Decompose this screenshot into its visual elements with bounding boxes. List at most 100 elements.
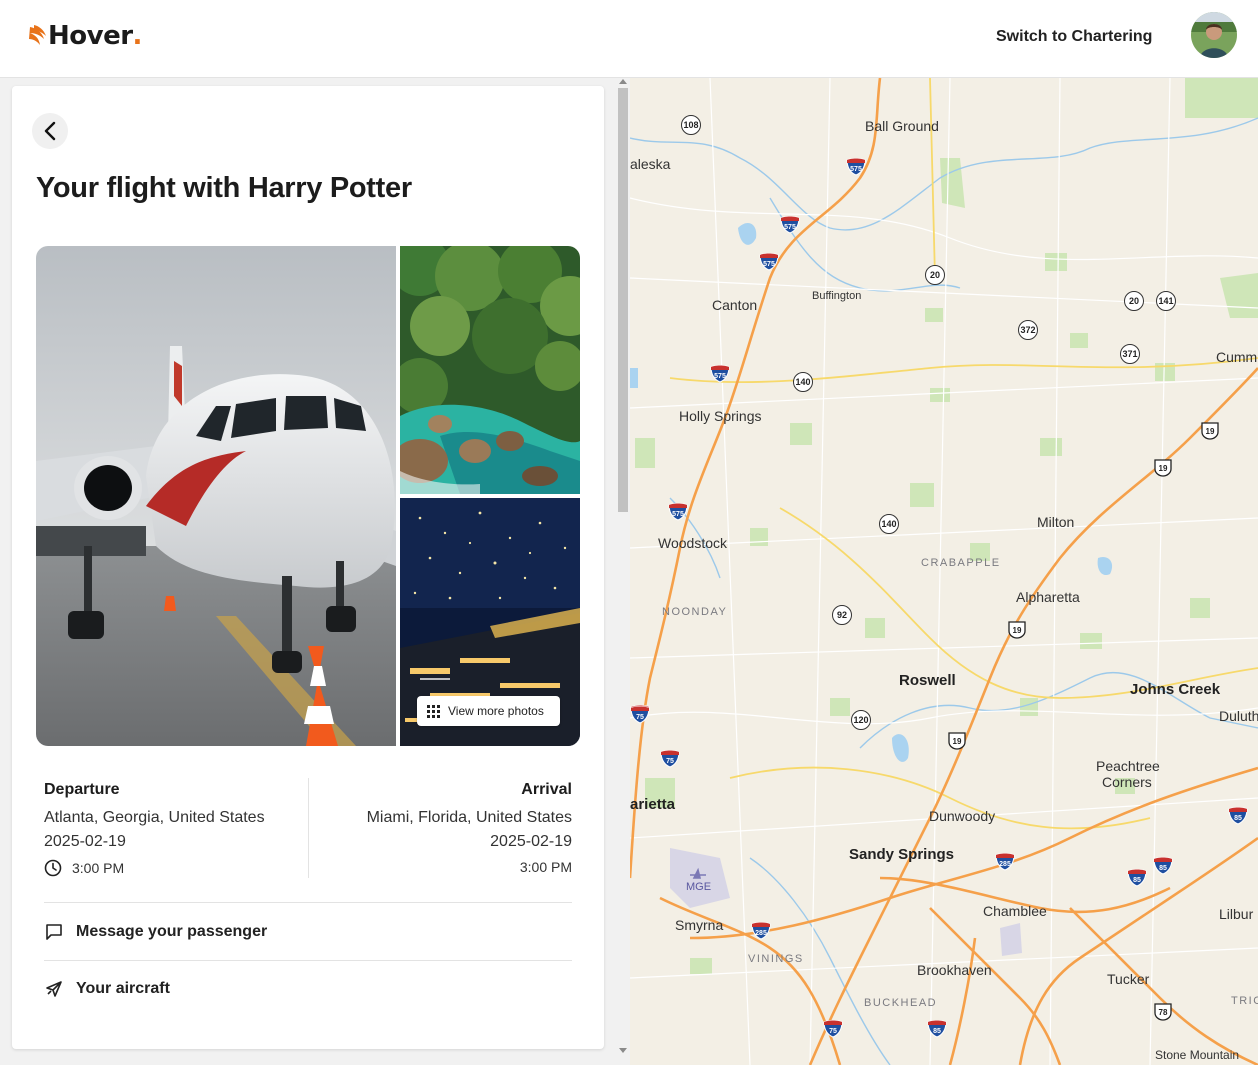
route-map[interactable]: Ball Ground aleska Canton Buffington Hol… bbox=[630, 78, 1258, 1065]
map-place-label: Tucker bbox=[1107, 971, 1150, 987]
arrival-date: 2025-02-19 bbox=[490, 833, 572, 850]
interstate-shield: 285 bbox=[995, 853, 1015, 871]
top-bar: Hover. Switch to Chartering bbox=[0, 0, 1258, 78]
message-passenger-label: Message your passenger bbox=[76, 923, 268, 940]
interstate-shield: 575 bbox=[668, 503, 688, 521]
departure-heading: Departure bbox=[44, 781, 120, 798]
departure-location: Atlanta, Georgia, United States bbox=[44, 809, 265, 826]
svg-text:575: 575 bbox=[672, 511, 684, 518]
map-place-label: Buffington bbox=[812, 290, 862, 302]
route-divider bbox=[308, 778, 309, 878]
us-route-shield: 19 bbox=[1153, 459, 1173, 477]
interstate-shield: 85 bbox=[1228, 807, 1248, 825]
chevron-left-icon bbox=[44, 121, 56, 141]
svg-text:85: 85 bbox=[1133, 877, 1141, 884]
map-place-label: Smyrna bbox=[675, 917, 724, 933]
svg-text:75: 75 bbox=[636, 714, 644, 721]
state-route-shield: 371 bbox=[1120, 344, 1140, 364]
map-place-label: Duluth bbox=[1219, 708, 1258, 724]
arrival-block: Arrival Miami, Florida, United States 20… bbox=[322, 776, 572, 875]
panel-scrollbar[interactable] bbox=[616, 78, 630, 1065]
route-summary: Departure Atlanta, Georgia, United State… bbox=[44, 776, 572, 882]
map-place-label: Johns Creek bbox=[1130, 681, 1221, 698]
scroll-down-arrow[interactable] bbox=[619, 1048, 627, 1053]
departure-time-row: 3:00 PM bbox=[44, 859, 294, 877]
interstate-shield: 75 bbox=[630, 706, 650, 724]
aircraft-photo-gallery: View more photos bbox=[36, 246, 580, 746]
airplane-icon bbox=[44, 979, 64, 999]
map-place-label: Corners bbox=[1102, 774, 1152, 790]
interstate-shield: 75 bbox=[660, 750, 680, 768]
grid-icon bbox=[427, 704, 440, 718]
departure-date: 2025-02-19 bbox=[44, 833, 126, 850]
interstate-shield: 75 bbox=[823, 1020, 843, 1038]
us-route-shield: 19 bbox=[1007, 621, 1027, 639]
svg-text:285: 285 bbox=[755, 930, 767, 937]
interstate-shield: 575 bbox=[710, 365, 730, 383]
map-place-label: Ball Ground bbox=[865, 118, 939, 134]
svg-text:19: 19 bbox=[953, 737, 962, 746]
svg-text:85: 85 bbox=[933, 1028, 941, 1035]
your-aircraft-label: Your aircraft bbox=[76, 980, 170, 997]
state-route-shield: 140 bbox=[793, 372, 813, 392]
flight-details-panel: Your flight with Harry Potter View more … bbox=[12, 86, 604, 1049]
map-place-label: Alpharetta bbox=[1016, 589, 1080, 605]
svg-text:285: 285 bbox=[999, 861, 1011, 868]
interstate-shield: 575 bbox=[846, 158, 866, 176]
scrollbar-thumb[interactable] bbox=[618, 88, 628, 512]
district-label: BUCKHEAD bbox=[864, 997, 938, 1009]
state-route-shield: 20 bbox=[925, 265, 945, 285]
map-place-label: Sandy Springs bbox=[849, 846, 955, 863]
svg-text:75: 75 bbox=[829, 1028, 837, 1035]
user-avatar[interactable] bbox=[1191, 12, 1237, 58]
map-place-label: Peachtree bbox=[1096, 758, 1160, 774]
hover-logo[interactable]: Hover. bbox=[28, 20, 142, 52]
scroll-up-arrow[interactable] bbox=[619, 79, 627, 84]
map-place-label: Cumm bbox=[1216, 349, 1258, 365]
your-aircraft-action[interactable]: Your aircraft bbox=[44, 961, 572, 1017]
district-label: CRABAPPLE bbox=[921, 557, 1001, 569]
interstate-shield: 285 bbox=[751, 922, 771, 940]
district-label: TRIC bbox=[1231, 995, 1258, 1007]
map-place-label: Milton bbox=[1037, 514, 1075, 530]
map-place-label: Lilbur bbox=[1219, 906, 1254, 922]
airport-label: MGE bbox=[686, 881, 712, 893]
svg-text:75: 75 bbox=[666, 758, 674, 765]
main-aircraft-photo[interactable] bbox=[36, 246, 396, 746]
interstate-shield: 85 bbox=[1153, 857, 1173, 875]
map-place-label: Chamblee bbox=[983, 903, 1047, 919]
us-route-shield: 19 bbox=[1200, 422, 1220, 440]
view-more-photos-button[interactable]: View more photos bbox=[417, 696, 560, 726]
chat-bubble-icon bbox=[44, 922, 64, 942]
coastline-photo[interactable] bbox=[400, 246, 580, 494]
page-title: Your flight with Harry Potter bbox=[36, 172, 412, 204]
map-place-label: Roswell bbox=[899, 672, 956, 689]
message-passenger-action[interactable]: Message your passenger bbox=[44, 904, 572, 960]
arrival-time: 3:00 PM bbox=[519, 859, 572, 875]
svg-text:19: 19 bbox=[1159, 464, 1168, 473]
svg-text:19: 19 bbox=[1013, 626, 1022, 635]
clock-icon bbox=[44, 859, 62, 877]
departure-time: 3:00 PM bbox=[72, 860, 125, 876]
state-route-shield: 120 bbox=[851, 710, 871, 730]
svg-text:19: 19 bbox=[1206, 427, 1215, 436]
map-place-label: Stone Mountain bbox=[1155, 1048, 1240, 1062]
us-route-shield: 78 bbox=[1153, 1003, 1173, 1021]
back-button[interactable] bbox=[32, 113, 68, 149]
logo-wordmark: Hover bbox=[48, 21, 133, 51]
state-route-shield: 92 bbox=[832, 605, 852, 625]
map-place-label: Holly Springs bbox=[679, 408, 762, 424]
state-route-shield: 372 bbox=[1018, 320, 1038, 340]
map-place-label: Brookhaven bbox=[917, 962, 992, 978]
interstate-shield: 85 bbox=[927, 1020, 947, 1038]
state-route-shield: 141 bbox=[1156, 291, 1176, 311]
arrival-time-row: 3:00 PM bbox=[322, 859, 572, 875]
map-place-label: Woodstock bbox=[658, 535, 727, 551]
wing-logo-icon bbox=[29, 25, 46, 45]
map-base bbox=[630, 78, 1258, 1065]
view-more-photos-label: View more photos bbox=[448, 704, 544, 718]
arrival-heading: Arrival bbox=[521, 781, 572, 798]
state-route-shield: 140 bbox=[879, 514, 899, 534]
switch-to-chartering-link[interactable]: Switch to Chartering bbox=[996, 28, 1152, 46]
interstate-shield: 575 bbox=[759, 253, 779, 271]
